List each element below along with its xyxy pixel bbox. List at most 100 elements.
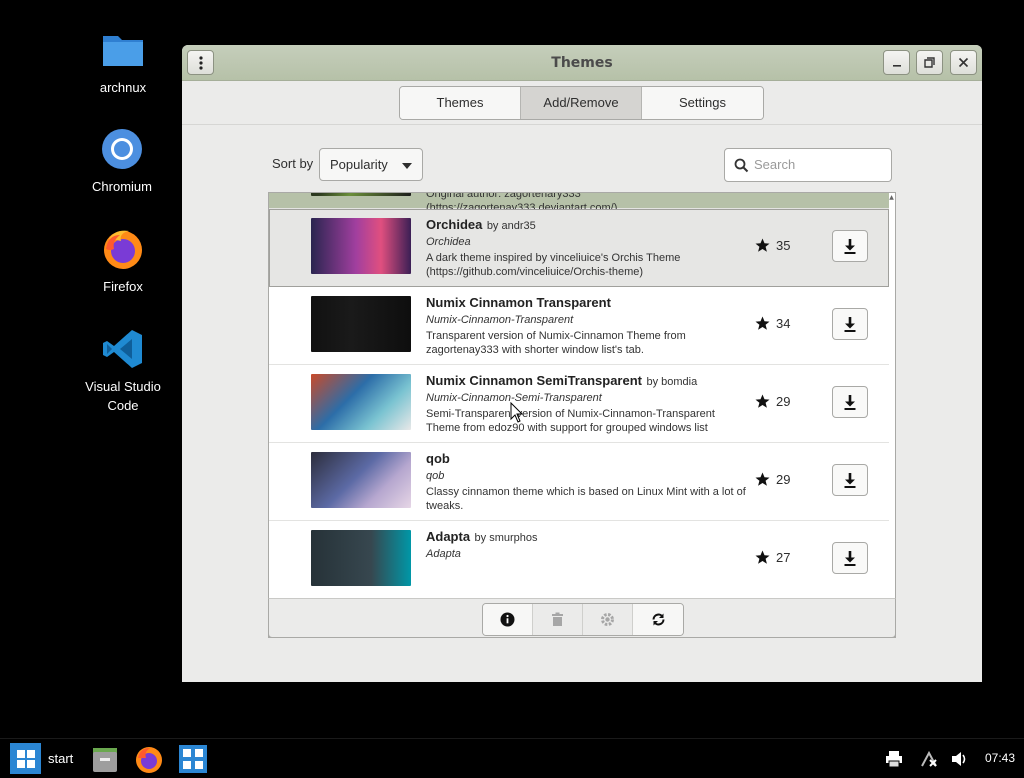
firefox-icon	[104, 230, 142, 269]
theme-rating: 27	[755, 550, 790, 565]
sort-value: Popularity	[330, 157, 388, 172]
theme-slug: Numix-Cinnamon-Transparent	[426, 314, 574, 326]
gear-icon	[601, 613, 614, 626]
star-count: 35	[776, 238, 791, 253]
sort-dropdown[interactable]: Popularity	[319, 148, 423, 181]
network-icon[interactable]	[920, 750, 938, 768]
clock: 07:43	[984, 751, 1015, 765]
refresh-button[interactable]	[633, 604, 683, 635]
theme-thumbnail	[311, 374, 411, 430]
close-button[interactable]	[950, 50, 977, 75]
theme-info: Numix Cinnamon SemiTransparent by bomdia…	[426, 372, 746, 435]
delete-button[interactable]	[533, 604, 583, 635]
sort-by-label: Sort by	[272, 156, 314, 171]
update-button[interactable]	[583, 604, 633, 635]
theme-rating: 35	[755, 238, 790, 253]
theme-rating: 29	[755, 394, 790, 409]
volume-icon[interactable]	[950, 750, 968, 768]
star-count: 27	[776, 550, 791, 565]
download-icon	[844, 472, 856, 488]
start-button[interactable]	[10, 743, 41, 774]
taskbar: start 07:43	[0, 738, 1024, 778]
list-scrollbar[interactable]: ▲ ▼	[888, 193, 895, 637]
theme-name: Adapta	[426, 529, 471, 544]
firefox-taskbar-icon[interactable]	[134, 744, 164, 774]
desktop-icon-chromium[interactable]: Chromium	[72, 127, 172, 196]
window-title: Themes	[551, 55, 613, 71]
download-button[interactable]	[832, 542, 868, 574]
theme-thumbnail	[311, 193, 411, 196]
action-buttons	[482, 603, 684, 636]
titlebar: Themes	[182, 45, 982, 81]
search-input[interactable]	[754, 157, 884, 172]
theme-row[interactable]: qob qob Classy cinnamon theme which is ba…	[269, 443, 889, 521]
theme-info: Adapta by smurphos Adapta	[426, 528, 746, 563]
theme-name: Numix Cinnamon Transparent	[426, 295, 611, 310]
themes-window: Themes Themes Add/Remove Settings Sort b…	[182, 45, 982, 682]
theme-thumbnail	[311, 452, 411, 508]
theme-info: qob qob Classy cinnamon theme which is ba…	[426, 450, 746, 513]
minimize-button[interactable]	[883, 50, 910, 75]
desktop-icon-archnux[interactable]: archnux	[73, 28, 173, 97]
theme-title: Adapta by smurphos	[426, 528, 746, 546]
chevron-down-icon	[402, 163, 412, 169]
theme-row[interactable]: Adapta by smurphos Adapta 27	[269, 521, 889, 599]
theme-title: Numix Cinnamon SemiTransparent by bomdia	[426, 372, 746, 390]
restore-icon	[924, 57, 935, 68]
file-manager-icon[interactable]	[90, 744, 120, 774]
start-label: start	[48, 751, 74, 766]
tab-add-remove[interactable]: Add/Remove	[521, 87, 642, 119]
download-button[interactable]	[832, 308, 868, 340]
desktop-icon-firefox[interactable]: Firefox	[73, 227, 173, 296]
scroll-up-arrow[interactable]: ▲	[888, 194, 895, 201]
download-button[interactable]	[832, 386, 868, 418]
download-icon	[844, 550, 856, 566]
tabs: Themes Add/Remove Settings	[399, 86, 764, 120]
star-count: 29	[776, 472, 791, 487]
star-icon	[755, 394, 770, 408]
theme-info: Orchidea by andr35 Orchidea A dark theme i…	[426, 216, 746, 279]
search-box[interactable]	[724, 148, 892, 182]
app-grid-icon[interactable]	[178, 744, 208, 774]
windows-logo-icon	[16, 749, 35, 768]
theme-author: by andr35	[486, 220, 536, 232]
theme-thumbnail	[311, 530, 411, 586]
trash-icon	[552, 612, 563, 626]
theme-slug: qob	[426, 470, 445, 482]
theme-rating: 29	[755, 472, 790, 487]
desktop-icon-label: Chromium	[92, 179, 152, 194]
theme-row[interactable]: Numix Cinnamon Transparent Numix-Cinnamo…	[269, 287, 889, 365]
star-icon	[755, 472, 770, 486]
theme-row[interactable]: Orchidea by andr35 Orchidea A dark theme i…	[269, 209, 889, 287]
printer-icon[interactable]	[885, 750, 903, 768]
download-icon	[844, 316, 856, 332]
theme-author: by bomdia	[646, 376, 698, 388]
refresh-icon	[652, 613, 664, 626]
star-count: 29	[776, 394, 791, 409]
download-button[interactable]	[832, 464, 868, 496]
close-icon	[958, 57, 969, 68]
theme-slug: Adapta	[426, 548, 461, 560]
tab-settings[interactable]: Settings	[642, 87, 763, 119]
theme-description: Transparent version of Numix-Cinnamon Th…	[426, 330, 686, 356]
tab-themes[interactable]: Themes	[400, 87, 521, 119]
maximize-button[interactable]	[916, 50, 943, 75]
theme-description: Classy cinnamon theme which is based on …	[426, 486, 746, 512]
theme-row[interactable]: New-Minty New-MintyThis is a fork of the…	[269, 193, 889, 214]
theme-title: Numix Cinnamon Transparent	[426, 294, 746, 312]
theme-row[interactable]: Numix Cinnamon SemiTransparent by bomdia…	[269, 365, 889, 443]
desktop-icon-vscode[interactable]: Visual Studio Code	[73, 327, 173, 415]
info-button[interactable]	[483, 604, 533, 635]
theme-name: Orchidea	[426, 217, 483, 232]
theme-thumbnail	[311, 296, 411, 352]
desktop-icon-label: Firefox	[103, 279, 143, 294]
info-icon	[500, 612, 515, 627]
themes-list-inner: New-Minty New-MintyThis is a fork of the…	[269, 193, 889, 599]
theme-description: Semi-Transparent version of Numix-Cinnam…	[426, 408, 715, 434]
action-bar	[268, 598, 896, 638]
search-icon	[734, 158, 749, 173]
download-button[interactable]	[832, 230, 868, 262]
download-icon	[844, 394, 856, 410]
theme-thumbnail	[311, 218, 411, 274]
theme-title: Orchidea by andr35	[426, 216, 746, 234]
